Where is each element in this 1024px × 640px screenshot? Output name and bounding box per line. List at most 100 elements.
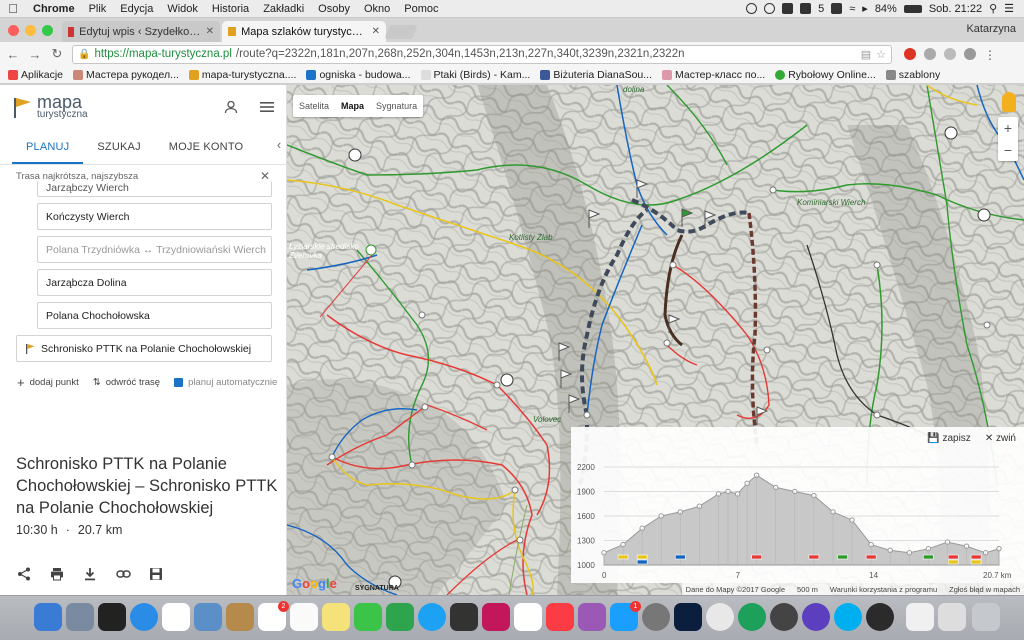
- menu-icon[interactable]: ⋮: [984, 48, 996, 62]
- minimize-window-button[interactable]: [25, 25, 36, 36]
- messages-icon[interactable]: [354, 603, 382, 631]
- bookmark-ogniska[interactable]: ogniska - budowa...: [306, 69, 411, 81]
- waypoint-input[interactable]: Kończysty Wierch: [37, 203, 272, 230]
- skype-icon[interactable]: [831, 3, 843, 14]
- photo-app-icon[interactable]: [482, 603, 510, 631]
- bookmark-master-klass[interactable]: Мастер-класс по...: [662, 69, 765, 81]
- media-player-icon[interactable]: [802, 603, 830, 631]
- destination-input[interactable]: Schronisko PTTK na Polanie Chochołowskie…: [16, 335, 272, 362]
- photoshop-icon[interactable]: [674, 603, 702, 631]
- tab-mapa-szlakow[interactable]: Mapa szlaków turystycznych ✕: [222, 21, 386, 42]
- extension-icon[interactable]: [924, 48, 936, 60]
- apple-menu-icon[interactable]: : [0, 1, 26, 16]
- adobe-icon[interactable]: [800, 3, 812, 14]
- mail-icon[interactable]: [194, 603, 222, 631]
- menu-osoby[interactable]: Osoby: [311, 3, 357, 15]
- bookmark-mastera[interactable]: Мастера рукодел...: [73, 69, 179, 81]
- app-icon[interactable]: [782, 3, 794, 14]
- volume-icon[interactable]: ▸: [862, 2, 868, 15]
- tab-szukaj[interactable]: SZUKAJ: [83, 141, 154, 164]
- itunes-icon[interactable]: [546, 603, 574, 631]
- skype-app-icon[interactable]: [418, 603, 446, 631]
- downloads-icon[interactable]: [938, 603, 966, 631]
- photobooth-icon[interactable]: [450, 603, 478, 631]
- bookmark-mapa[interactable]: mapa-turystyczna....: [188, 69, 296, 81]
- share-icon[interactable]: [16, 566, 32, 582]
- clock-text[interactable]: Sob. 21:22: [929, 3, 982, 15]
- waypoint-input[interactable]: Polana Trzydniówka ↔ Trzydniowiański Wie…: [37, 236, 272, 263]
- tab-planuj[interactable]: PLANUJ: [12, 141, 84, 164]
- bookmark-star-icon[interactable]: ☆: [876, 48, 886, 61]
- street-view-pegman-icon[interactable]: [1002, 92, 1016, 112]
- forward-icon[interactable]: →: [28, 47, 42, 62]
- photos-app-icon[interactable]: [514, 603, 542, 631]
- opera-icon[interactable]: [904, 48, 916, 60]
- reverse-route-button[interactable]: ⇅ odwróć trasę: [93, 377, 160, 388]
- ibooks-icon[interactable]: [578, 603, 606, 631]
- app-store-icon[interactable]: 1: [610, 601, 641, 631]
- photos-icon[interactable]: [162, 603, 190, 631]
- reminders-icon[interactable]: [290, 603, 318, 631]
- link-icon[interactable]: [115, 566, 131, 582]
- print-icon[interactable]: [49, 566, 65, 582]
- safari-icon[interactable]: [130, 603, 158, 631]
- waypoint-input[interactable]: Jarząbcza Dolina: [37, 269, 272, 296]
- clock-icon[interactable]: [764, 3, 776, 14]
- bookmark-rybolowy[interactable]: Rybołowy Online...: [775, 69, 876, 81]
- notes-icon[interactable]: [322, 603, 350, 631]
- close-window-button[interactable]: [8, 25, 19, 36]
- checkbox-icon[interactable]: [174, 378, 184, 387]
- zoom-in-button[interactable]: +: [998, 117, 1018, 139]
- menu-okno[interactable]: Okno: [357, 3, 397, 15]
- menu-edycja[interactable]: Edycja: [113, 3, 160, 15]
- list-icon[interactable]: ☰: [1004, 2, 1014, 15]
- terms-link[interactable]: Warunki korzystania z programu: [830, 585, 937, 594]
- map-type-sygnatura[interactable]: Sygnatura: [370, 101, 423, 111]
- battery-icon[interactable]: [903, 4, 922, 13]
- app-dock-icon[interactable]: [866, 603, 894, 631]
- zoom-out-button[interactable]: −: [998, 139, 1018, 161]
- reload-icon[interactable]: ↻: [50, 46, 64, 62]
- document-icon[interactable]: [906, 603, 934, 631]
- report-error-link[interactable]: Zgłoś błąd w mapach: [949, 585, 1020, 594]
- extension-icon[interactable]: [964, 48, 976, 60]
- close-tab-icon[interactable]: ✕: [206, 26, 214, 37]
- bookmark-aplikacje[interactable]: Aplikacje: [8, 69, 63, 81]
- menu-chrome[interactable]: Chrome: [26, 3, 82, 15]
- user-icon[interactable]: [224, 100, 238, 114]
- address-bar[interactable]: 🔒 https://mapa-turystyczna.pl/route?q=23…: [72, 44, 892, 64]
- system-preferences-icon[interactable]: [642, 603, 670, 631]
- check-icon[interactable]: [746, 3, 758, 14]
- calendar-icon[interactable]: 2: [258, 601, 289, 631]
- extension-icon[interactable]: [944, 48, 956, 60]
- tab-edytuj-wpis[interactable]: Edytuj wpis ‹ Szydełko w górach ✕: [62, 21, 220, 42]
- menu-historia[interactable]: Historia: [205, 3, 256, 15]
- map-type-map[interactable]: Mapa: [335, 101, 370, 111]
- finder-icon[interactable]: [34, 603, 62, 631]
- map-type-satellite[interactable]: Satelita: [293, 101, 335, 111]
- close-tab-icon[interactable]: ✕: [372, 26, 380, 37]
- hamburger-menu-icon[interactable]: [260, 101, 274, 113]
- facetime-icon[interactable]: [386, 603, 414, 631]
- contacts-icon[interactable]: [226, 603, 254, 631]
- download-icon[interactable]: [82, 566, 98, 582]
- evernote-icon[interactable]: [738, 603, 766, 631]
- bookmark-ptaki[interactable]: Ptaki (Birds) - Kam...: [420, 69, 530, 81]
- site-logo[interactable]: mapa turystyczna: [12, 93, 88, 120]
- dashboard-icon[interactable]: [98, 603, 126, 631]
- new-tab-button[interactable]: [384, 25, 418, 39]
- camera-app-icon[interactable]: [770, 603, 798, 631]
- back-icon[interactable]: ←: [6, 47, 20, 62]
- add-point-button[interactable]: + dodaj punkt: [17, 375, 79, 390]
- wifi-icon[interactable]: ≈: [849, 3, 855, 15]
- bookmark-szablony[interactable]: szablony: [885, 69, 940, 81]
- menu-zakladki[interactable]: Zakładki: [256, 3, 311, 15]
- trash-icon[interactable]: [972, 603, 1000, 631]
- auto-plan-checkbox[interactable]: planuj automatycznie: [174, 377, 277, 388]
- menu-plik[interactable]: Plik: [82, 3, 114, 15]
- chrome-icon[interactable]: [706, 603, 734, 631]
- profile-name[interactable]: Katarzyna: [966, 23, 1016, 35]
- bookmark-bizuteria[interactable]: Biżuteria DianaSou...: [540, 69, 652, 81]
- tab-moje-konto[interactable]: MOJE KONTO: [155, 141, 258, 164]
- page-action-icon[interactable]: ▤: [861, 48, 871, 61]
